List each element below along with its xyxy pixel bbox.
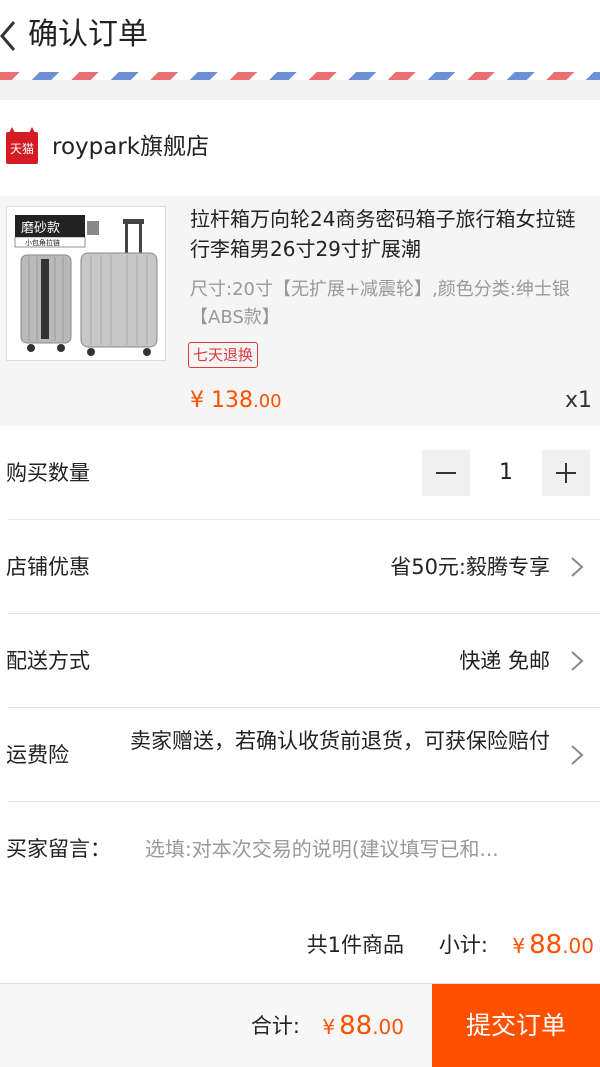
discount-label: 店铺优惠 [6,555,90,579]
minus-icon [436,472,456,474]
checkout-bar: 合计: ¥88.00 提交订单 [0,983,600,1067]
product-image[interactable]: 磨砂款 小包角拉链 [6,206,166,361]
shop-row[interactable]: 天猫 roypark旗舰店 [0,100,600,196]
buyer-message-input[interactable]: 选填:对本次交易的说明(建议填写已和... [145,802,580,896]
page-title: 确认订单 [28,17,148,52]
product-price: ¥ 138.00 [190,388,282,413]
shipping-insurance-row[interactable]: 运费险 卖家赠送，若确认收货前退货，可获保险赔付 [0,708,600,802]
shipping-value: 快递 免邮 [459,649,550,673]
subtotal-row: 共1件商品 小计: ¥88.00 [0,895,600,983]
total-label: 合计: [250,1014,300,1038]
shop-discount-row[interactable]: 店铺优惠 省50元:毅腾专享 [0,520,600,614]
subtotal-label: 小计: [438,933,488,957]
airmail-divider [0,72,600,80]
shipping-label: 配送方式 [6,649,90,673]
tmall-icon: 天猫 [6,127,38,164]
insurance-label: 运费险 [6,743,69,767]
product-spec: 尺寸:20寸【无扩展+减震轮】,颜色分类:绅士银【ABS款】 [190,279,570,328]
decrease-button[interactable] [422,450,470,496]
total-amount: ¥88.00 [322,1011,404,1041]
quantity-stepper: 1 [422,450,590,496]
quantity-label: 购买数量 [6,461,90,485]
top-bar: 确认订单 [0,0,600,72]
return-policy-badge: 七天退换 [188,342,259,368]
subtotal-amount: ¥88.00 [512,930,594,960]
quantity-row: 购买数量 1 [0,426,600,520]
svg-text:磨砂款: 磨砂款 [21,221,60,236]
product-title[interactable]: 拉杆箱万向轮24商务密码箱子旅行箱女拉链行李箱男26寸29寸扩展潮 [190,204,590,264]
insurance-value: 卖家赠送，若确认收货前退货，可获保险赔付 [130,729,550,753]
discount-value: 省50元:毅腾专享 [390,555,550,579]
submit-order-button[interactable]: 提交订单 [432,984,600,1067]
increase-button[interactable] [542,450,590,496]
buyer-message-row: 买家留言： 选填:对本次交易的说明(建议填写已和... [0,802,600,896]
product-card[interactable]: 磨砂款 小包角拉链 拉杆箱万向轮24商务密码箱子旅行箱女拉链行李箱男26寸29寸… [0,196,600,426]
item-count: 共1件商品 [306,933,404,957]
chevron-right-icon [571,651,584,671]
product-quantity: x1 [564,388,592,413]
chevron-right-icon [571,557,584,577]
message-label: 买家留言： [6,837,111,861]
section-gap [0,80,600,100]
quantity-value[interactable]: 1 [470,450,542,496]
shipping-row[interactable]: 配送方式 快递 免邮 [0,614,600,708]
shop-name[interactable]: roypark旗舰店 [52,130,209,164]
chevron-right-icon [571,745,584,765]
svg-text:小包角拉链: 小包角拉链 [25,238,60,247]
back-arrow-icon[interactable] [0,18,20,54]
